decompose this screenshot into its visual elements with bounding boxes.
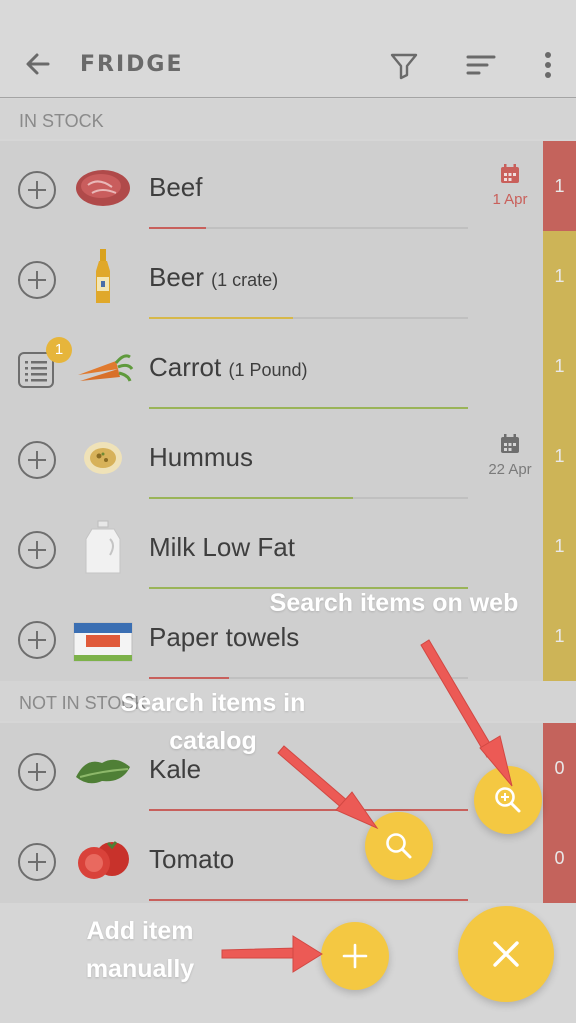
search-catalog-button[interactable] [365, 812, 433, 880]
annotation-add-manually: Add item manually [85, 917, 195, 983]
stock-level-bar [149, 317, 468, 319]
expiry-date: 1 Apr [482, 163, 538, 208]
add-quantity-button[interactable] [18, 171, 56, 209]
stock-level-bar [149, 809, 468, 811]
plus-icon [342, 943, 368, 969]
paper-towels-thumbnail [73, 622, 133, 662]
stock-level-bar [149, 677, 468, 679]
milk-thumbnail [85, 520, 121, 574]
list-item[interactable]: 1 Carrot (1 Pound) 1 [0, 321, 576, 411]
annotation-search-web: Search items on web [269, 589, 519, 617]
sort-icon[interactable] [466, 50, 496, 80]
stock-level-bar [149, 899, 468, 901]
stock-level-bar [149, 497, 468, 499]
stock-count: 1 [543, 591, 576, 681]
zoom-search-icon [495, 787, 521, 813]
add-quantity-button[interactable] [18, 843, 56, 881]
add-quantity-button[interactable] [18, 441, 56, 479]
beer-thumbnail [96, 249, 110, 303]
arrow-left-icon[interactable] [22, 48, 54, 80]
section-header-in-stock: IN STOCK [0, 99, 576, 139]
list-item[interactable]: Beer (1 crate) 1 [0, 231, 576, 321]
add-quantity-button[interactable] [18, 261, 56, 299]
app-bar: FRIDGE [0, 0, 576, 98]
item-name: Tomato [149, 844, 235, 874]
tomato-thumbnail [78, 841, 129, 879]
calendar-icon [501, 164, 519, 183]
item-name: Carrot (1 Pound) [149, 352, 308, 382]
search-icon [386, 833, 412, 859]
list-item[interactable]: Beef 1 Apr 1 [0, 141, 576, 231]
add-quantity-button[interactable] [18, 753, 56, 791]
expiry-date: 22 Apr [482, 433, 538, 478]
stock-level-bar [149, 227, 468, 229]
stock-count: 1 [543, 501, 576, 591]
item-name: Beer (1 crate) [149, 262, 279, 292]
stock-count: 1 [543, 321, 576, 411]
list-item[interactable]: Milk Low Fat 1 [0, 501, 576, 591]
notification-badge: 1 [46, 337, 72, 363]
search-web-button[interactable] [474, 766, 542, 834]
beef-thumbnail [76, 170, 130, 206]
item-name: Paper towels [149, 622, 300, 652]
stock-count: 1 [543, 141, 576, 231]
stock-count: 1 [543, 411, 576, 501]
calendar-icon [501, 434, 519, 453]
stock-count: 1 [543, 231, 576, 321]
more-vertical-icon[interactable] [533, 50, 563, 80]
item-name: Milk Low Fat [149, 532, 295, 562]
filter-icon[interactable] [389, 50, 419, 80]
list-item[interactable]: Hummus 22 Apr 1 [0, 411, 576, 501]
hummus-thumbnail [84, 442, 122, 474]
add-item-button[interactable] [321, 922, 389, 990]
close-menu-button[interactable] [458, 906, 554, 1002]
close-icon [493, 941, 519, 967]
stock-level-bar [149, 407, 468, 409]
page-title: FRIDGE [80, 52, 184, 77]
stock-count: 0 [543, 723, 576, 813]
stock-count: 0 [543, 813, 576, 903]
item-name: Beef [149, 172, 203, 202]
carrot-thumbnail [78, 354, 134, 382]
item-name: Hummus [149, 442, 254, 472]
add-quantity-button[interactable] [18, 531, 56, 569]
annotation-search-catalog: Search items in catalog [120, 689, 306, 755]
add-quantity-button[interactable] [18, 621, 56, 659]
